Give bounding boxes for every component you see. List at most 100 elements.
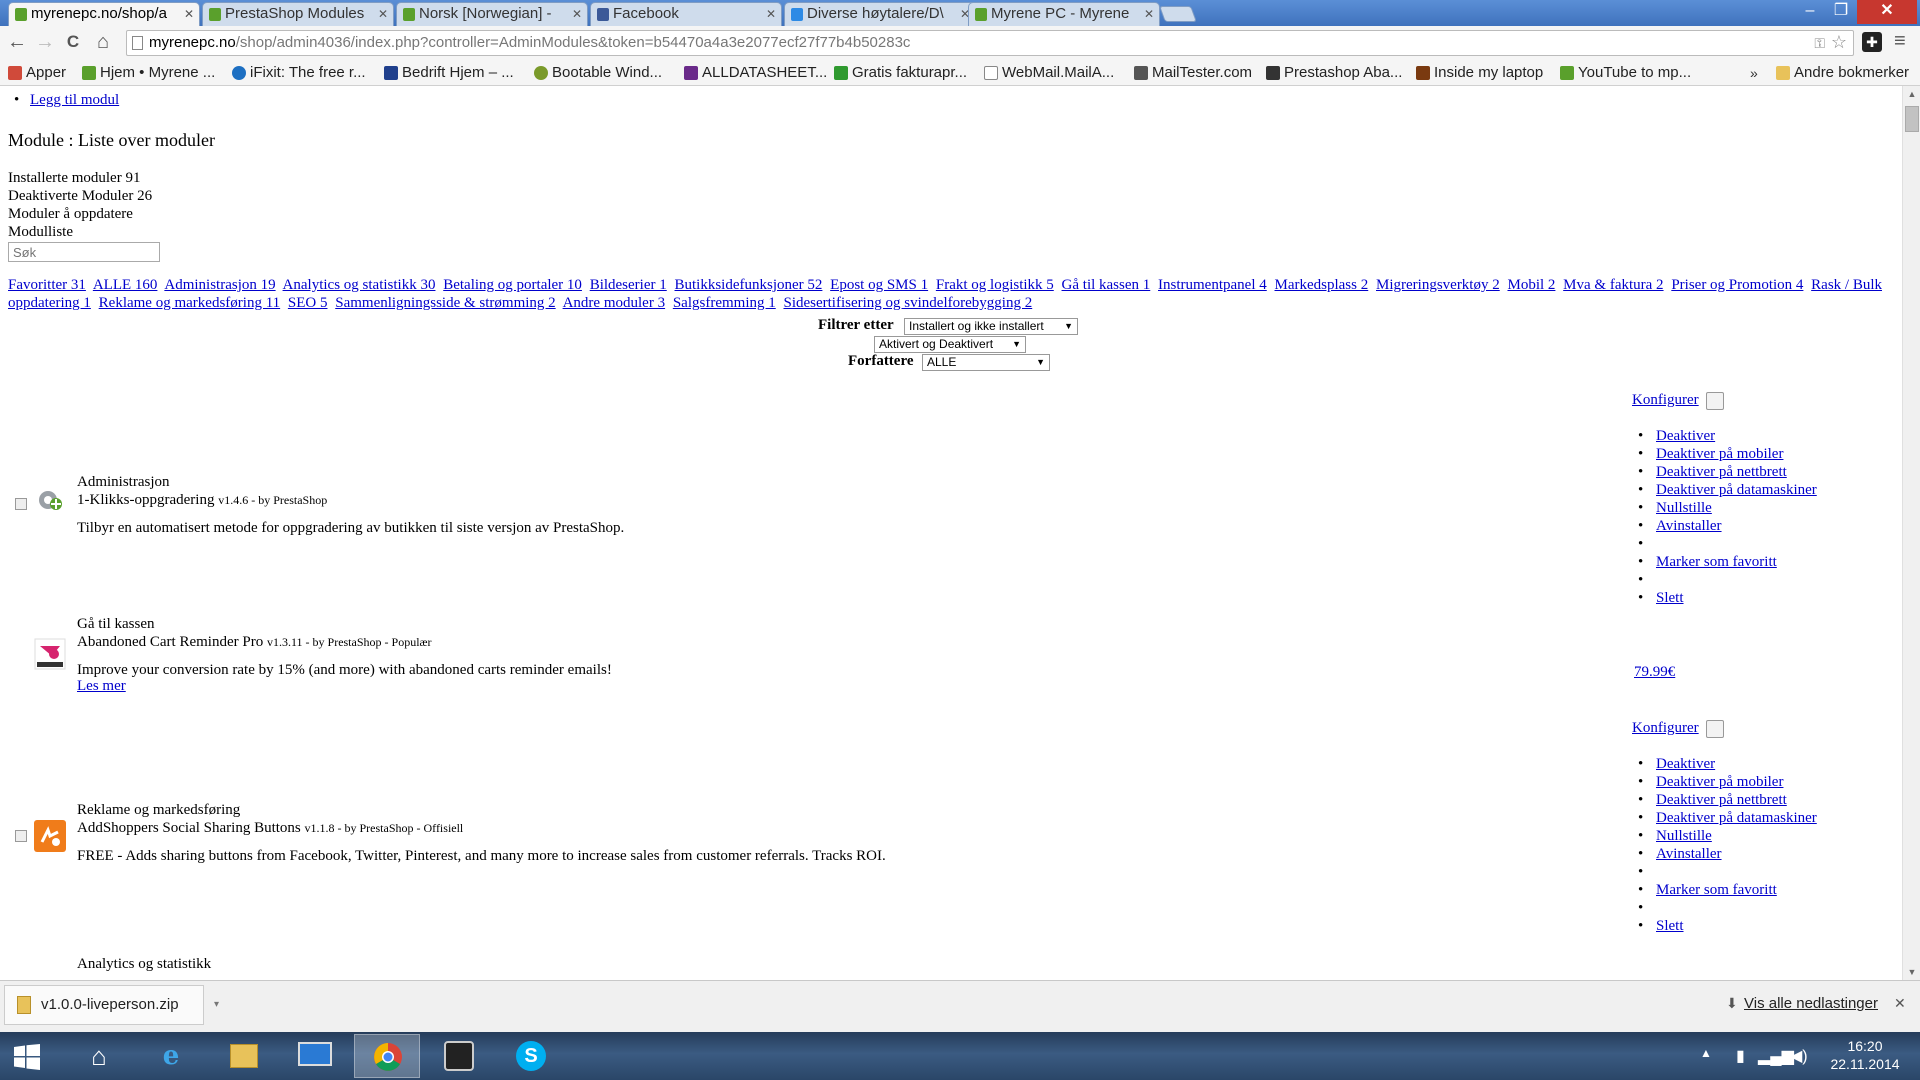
bookmark-star-icon[interactable]: ☆: [1831, 30, 1847, 54]
close-icon[interactable]: ✕: [184, 3, 194, 25]
deactivate-mobile-link[interactable]: Deaktiver på mobiler: [1656, 446, 1783, 462]
deactivate-link[interactable]: Deaktiver: [1656, 756, 1715, 772]
bookmark-item[interactable]: Bedrift Hjem – ...: [382, 60, 514, 86]
scroll-down-arrow-icon[interactable]: ▼: [1903, 964, 1920, 980]
bookmark-item[interactable]: Hjem • Myrene ...: [80, 60, 215, 86]
category-link[interactable]: Mobil 2: [1507, 277, 1555, 293]
mark-favorite-link[interactable]: Marker som favoritt: [1656, 882, 1777, 898]
page-scrollbar[interactable]: ▲ ▼: [1902, 86, 1920, 980]
menu-icon[interactable]: ≡: [1894, 30, 1906, 53]
authors-filter-select[interactable]: ALLE ▼: [922, 354, 1050, 371]
read-more-link[interactable]: Les mer: [77, 678, 126, 695]
extension-icon[interactable]: ✚: [1862, 32, 1882, 52]
bookmark-item[interactable]: YouTube to mp...: [1558, 60, 1691, 86]
close-icon[interactable]: ✕: [572, 3, 582, 25]
category-link[interactable]: Salgsfremming 1: [673, 295, 776, 311]
close-icon[interactable]: ✕: [1144, 3, 1154, 25]
module-price-link[interactable]: 79.99€: [1634, 664, 1675, 681]
bookmark-item[interactable]: Gratis fakturapr...: [832, 60, 967, 86]
reset-link[interactable]: Nullstille: [1656, 500, 1712, 516]
taskbar-chrome[interactable]: [354, 1034, 420, 1078]
bookmark-apps[interactable]: Apper: [6, 60, 66, 86]
back-icon[interactable]: ←: [6, 32, 28, 54]
new-tab-button[interactable]: [1159, 6, 1197, 22]
minimize-button[interactable]: –: [1795, 0, 1825, 24]
category-link[interactable]: Favoritter 31: [8, 277, 86, 293]
deactivate-link[interactable]: Deaktiver: [1656, 428, 1715, 444]
status-filter-select[interactable]: Aktivert og Deaktivert ▼: [874, 336, 1026, 353]
category-link[interactable]: Sidesertifisering og svindelforebygging …: [783, 295, 1032, 311]
window-close-button[interactable]: ✕: [1857, 0, 1917, 24]
address-bar[interactable]: myrenepc.no/shop/admin4036/index.php?con…: [126, 30, 1854, 56]
battery-icon[interactable]: ▮: [1736, 1046, 1745, 1066]
uninstall-link[interactable]: Avinstaller: [1656, 846, 1722, 862]
bookmark-item[interactable]: WebMail.MailA...: [982, 60, 1114, 86]
volume-icon[interactable]: ◀): [1790, 1046, 1808, 1066]
scroll-thumb[interactable]: [1905, 106, 1919, 132]
start-button[interactable]: [0, 1034, 56, 1078]
actions-dropdown-toggle[interactable]: [1706, 720, 1724, 738]
deactivate-tablet-link[interactable]: Deaktiver på nettbrett: [1656, 464, 1787, 480]
browser-tab[interactable]: PrestaShop Modules ✕: [202, 2, 394, 26]
close-icon[interactable]: ✕: [766, 3, 776, 25]
bookmark-item[interactable]: Prestashop Aba...: [1264, 60, 1402, 86]
category-link[interactable]: Reklame og markedsføring 11: [99, 295, 280, 311]
bookmark-item[interactable]: Bootable Wind...: [532, 60, 662, 86]
browser-tab[interactable]: Norsk [Norwegian] - ✕: [396, 2, 588, 26]
category-link[interactable]: Betaling og portaler 10: [443, 277, 582, 293]
other-bookmarks[interactable]: Andre bokmerker: [1774, 60, 1909, 86]
close-icon[interactable]: ✕: [378, 3, 388, 25]
reload-icon[interactable]: C: [62, 32, 84, 54]
category-link[interactable]: Gå til kassen 1: [1062, 277, 1151, 293]
category-link[interactable]: ALLE 160: [93, 277, 158, 293]
category-link[interactable]: Bildeserier 1: [590, 277, 667, 293]
taskbar-lenovo[interactable]: [282, 1034, 348, 1078]
bookmark-item[interactable]: iFixit: The free r...: [230, 60, 366, 86]
deactivate-desktop-link[interactable]: Deaktiver på datamaskiner: [1656, 810, 1817, 826]
browser-tab[interactable]: Diverse høytalere/D\ ✕: [784, 2, 976, 26]
actions-dropdown-toggle[interactable]: [1706, 392, 1724, 410]
browser-tab[interactable]: Facebook ✕: [590, 2, 782, 26]
delete-link[interactable]: Slett: [1656, 918, 1684, 934]
bookmark-item[interactable]: ALLDATASHEET...: [682, 60, 827, 86]
category-link[interactable]: Migreringsverktøy 2: [1376, 277, 1500, 293]
browser-tab[interactable]: Myrene PC - Myrene ✕: [968, 2, 1160, 26]
taskbar-file-explorer[interactable]: [210, 1034, 276, 1078]
download-item[interactable]: v1.0.0-liveperson.zip ▾: [4, 985, 219, 1025]
install-filter-select[interactable]: Installert og ikke installert ▼: [904, 318, 1078, 335]
taskbar-ie[interactable]: e: [138, 1034, 204, 1078]
category-link[interactable]: Analytics og statistikk 30: [283, 277, 436, 293]
search-input[interactable]: [8, 242, 160, 262]
category-link[interactable]: Sammenligningsside & strømming 2: [335, 295, 555, 311]
category-link[interactable]: SEO 5: [288, 295, 328, 311]
deactivate-desktop-link[interactable]: Deaktiver på datamaskiner: [1656, 482, 1817, 498]
module-checkbox[interactable]: [15, 498, 27, 510]
show-hidden-icons-icon[interactable]: ▲: [1700, 1046, 1712, 1060]
browser-tab[interactable]: myrenepc.no/shop/a ✕: [8, 2, 200, 26]
home-icon[interactable]: ⌂: [92, 32, 114, 54]
deactivate-mobile-link[interactable]: Deaktiver på mobiler: [1656, 774, 1783, 790]
maximize-button[interactable]: ❐: [1826, 0, 1856, 24]
deactivate-tablet-link[interactable]: Deaktiver på nettbrett: [1656, 792, 1787, 808]
category-link[interactable]: Epost og SMS 1: [830, 277, 928, 293]
system-clock[interactable]: 16:20 22.11.2014: [1820, 1037, 1910, 1073]
category-link[interactable]: Administrasjon 19: [164, 277, 275, 293]
mark-favorite-link[interactable]: Marker som favoritt: [1656, 554, 1777, 570]
configure-link[interactable]: Konfigurer: [1632, 392, 1699, 408]
close-icon[interactable]: ✕: [1894, 995, 1906, 1012]
category-link[interactable]: Instrumentpanel 4: [1158, 277, 1267, 293]
taskbar-skype[interactable]: S: [498, 1034, 564, 1078]
delete-link[interactable]: Slett: [1656, 590, 1684, 606]
taskbar-app[interactable]: [426, 1034, 492, 1078]
configure-link[interactable]: Konfigurer: [1632, 720, 1699, 736]
scroll-up-arrow-icon[interactable]: ▲: [1903, 86, 1920, 102]
reset-link[interactable]: Nullstille: [1656, 828, 1712, 844]
add-module-link[interactable]: Legg til modul: [30, 92, 119, 108]
key-icon[interactable]: ⚿: [1814, 31, 1825, 55]
chevron-down-icon[interactable]: ▾: [214, 986, 219, 1024]
category-link[interactable]: Markedsplass 2: [1275, 277, 1369, 293]
show-all-downloads-link[interactable]: ⬇ Vis alle nedlastinger: [1726, 995, 1878, 1012]
taskbar-home[interactable]: ⌂: [66, 1034, 132, 1078]
network-signal-icon[interactable]: ▂▄▆: [1758, 1046, 1794, 1066]
more-bookmarks-chevron-icon[interactable]: »: [1750, 60, 1758, 86]
